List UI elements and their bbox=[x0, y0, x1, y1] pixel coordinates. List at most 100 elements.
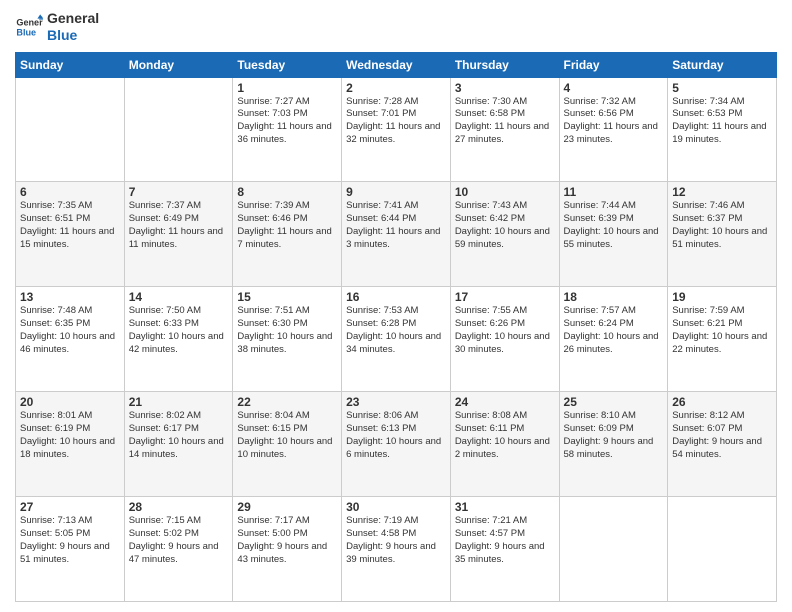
day-number: 2 bbox=[346, 81, 446, 95]
logo-icon: General Blue bbox=[15, 13, 43, 41]
calendar-week-row: 20Sunrise: 8:01 AM Sunset: 6:19 PM Dayli… bbox=[16, 392, 777, 497]
calendar-week-row: 6Sunrise: 7:35 AM Sunset: 6:51 PM Daylig… bbox=[16, 182, 777, 287]
day-number: 24 bbox=[455, 395, 555, 409]
calendar-header-row: SundayMondayTuesdayWednesdayThursdayFrid… bbox=[16, 52, 777, 77]
calendar-cell: 5Sunrise: 7:34 AM Sunset: 6:53 PM Daylig… bbox=[668, 77, 777, 182]
day-number: 28 bbox=[129, 500, 229, 514]
page: General Blue General Blue SundayMondayTu… bbox=[0, 0, 792, 612]
day-info: Sunrise: 7:59 AM Sunset: 6:21 PM Dayligh… bbox=[672, 305, 772, 356]
calendar-cell: 13Sunrise: 7:48 AM Sunset: 6:35 PM Dayli… bbox=[16, 287, 125, 392]
day-info: Sunrise: 8:06 AM Sunset: 6:13 PM Dayligh… bbox=[346, 410, 446, 461]
day-number: 8 bbox=[237, 185, 337, 199]
calendar-cell: 3Sunrise: 7:30 AM Sunset: 6:58 PM Daylig… bbox=[450, 77, 559, 182]
day-number: 31 bbox=[455, 500, 555, 514]
calendar-cell: 2Sunrise: 7:28 AM Sunset: 7:01 PM Daylig… bbox=[342, 77, 451, 182]
day-info: Sunrise: 8:08 AM Sunset: 6:11 PM Dayligh… bbox=[455, 410, 555, 461]
day-info: Sunrise: 7:15 AM Sunset: 5:02 PM Dayligh… bbox=[129, 515, 229, 566]
day-info: Sunrise: 7:43 AM Sunset: 6:42 PM Dayligh… bbox=[455, 200, 555, 251]
calendar-cell: 12Sunrise: 7:46 AM Sunset: 6:37 PM Dayli… bbox=[668, 182, 777, 287]
svg-text:Blue: Blue bbox=[16, 27, 36, 37]
logo-text: General Blue bbox=[47, 10, 99, 44]
day-number: 30 bbox=[346, 500, 446, 514]
day-number: 23 bbox=[346, 395, 446, 409]
weekday-header: Sunday bbox=[16, 52, 125, 77]
calendar-cell: 27Sunrise: 7:13 AM Sunset: 5:05 PM Dayli… bbox=[16, 497, 125, 602]
day-number: 26 bbox=[672, 395, 772, 409]
weekday-header: Thursday bbox=[450, 52, 559, 77]
calendar-cell: 7Sunrise: 7:37 AM Sunset: 6:49 PM Daylig… bbox=[124, 182, 233, 287]
day-info: Sunrise: 7:30 AM Sunset: 6:58 PM Dayligh… bbox=[455, 96, 555, 147]
day-info: Sunrise: 7:51 AM Sunset: 6:30 PM Dayligh… bbox=[237, 305, 337, 356]
day-info: Sunrise: 8:02 AM Sunset: 6:17 PM Dayligh… bbox=[129, 410, 229, 461]
calendar-cell: 22Sunrise: 8:04 AM Sunset: 6:15 PM Dayli… bbox=[233, 392, 342, 497]
day-info: Sunrise: 7:34 AM Sunset: 6:53 PM Dayligh… bbox=[672, 96, 772, 147]
calendar-week-row: 1Sunrise: 7:27 AM Sunset: 7:03 PM Daylig… bbox=[16, 77, 777, 182]
day-number: 17 bbox=[455, 290, 555, 304]
day-number: 21 bbox=[129, 395, 229, 409]
calendar-cell: 6Sunrise: 7:35 AM Sunset: 6:51 PM Daylig… bbox=[16, 182, 125, 287]
calendar-cell: 28Sunrise: 7:15 AM Sunset: 5:02 PM Dayli… bbox=[124, 497, 233, 602]
weekday-header: Friday bbox=[559, 52, 668, 77]
calendar-cell: 29Sunrise: 7:17 AM Sunset: 5:00 PM Dayli… bbox=[233, 497, 342, 602]
day-info: Sunrise: 8:04 AM Sunset: 6:15 PM Dayligh… bbox=[237, 410, 337, 461]
header: General Blue General Blue bbox=[15, 10, 777, 44]
calendar-cell: 23Sunrise: 8:06 AM Sunset: 6:13 PM Dayli… bbox=[342, 392, 451, 497]
day-info: Sunrise: 7:17 AM Sunset: 5:00 PM Dayligh… bbox=[237, 515, 337, 566]
day-number: 5 bbox=[672, 81, 772, 95]
weekday-header: Tuesday bbox=[233, 52, 342, 77]
day-number: 18 bbox=[564, 290, 664, 304]
weekday-header: Saturday bbox=[668, 52, 777, 77]
calendar-cell: 17Sunrise: 7:55 AM Sunset: 6:26 PM Dayli… bbox=[450, 287, 559, 392]
day-number: 22 bbox=[237, 395, 337, 409]
day-number: 9 bbox=[346, 185, 446, 199]
day-info: Sunrise: 7:19 AM Sunset: 4:58 PM Dayligh… bbox=[346, 515, 446, 566]
calendar-week-row: 27Sunrise: 7:13 AM Sunset: 5:05 PM Dayli… bbox=[16, 497, 777, 602]
calendar-cell: 19Sunrise: 7:59 AM Sunset: 6:21 PM Dayli… bbox=[668, 287, 777, 392]
calendar-cell: 26Sunrise: 8:12 AM Sunset: 6:07 PM Dayli… bbox=[668, 392, 777, 497]
day-info: Sunrise: 7:41 AM Sunset: 6:44 PM Dayligh… bbox=[346, 200, 446, 251]
day-number: 4 bbox=[564, 81, 664, 95]
calendar-cell bbox=[668, 497, 777, 602]
calendar-cell: 15Sunrise: 7:51 AM Sunset: 6:30 PM Dayli… bbox=[233, 287, 342, 392]
day-number: 1 bbox=[237, 81, 337, 95]
day-info: Sunrise: 7:57 AM Sunset: 6:24 PM Dayligh… bbox=[564, 305, 664, 356]
day-info: Sunrise: 7:53 AM Sunset: 6:28 PM Dayligh… bbox=[346, 305, 446, 356]
day-number: 13 bbox=[20, 290, 120, 304]
calendar-cell: 1Sunrise: 7:27 AM Sunset: 7:03 PM Daylig… bbox=[233, 77, 342, 182]
day-info: Sunrise: 7:46 AM Sunset: 6:37 PM Dayligh… bbox=[672, 200, 772, 251]
day-info: Sunrise: 7:37 AM Sunset: 6:49 PM Dayligh… bbox=[129, 200, 229, 251]
calendar-cell: 14Sunrise: 7:50 AM Sunset: 6:33 PM Dayli… bbox=[124, 287, 233, 392]
day-info: Sunrise: 7:21 AM Sunset: 4:57 PM Dayligh… bbox=[455, 515, 555, 566]
day-number: 14 bbox=[129, 290, 229, 304]
calendar-cell bbox=[124, 77, 233, 182]
calendar-cell: 31Sunrise: 7:21 AM Sunset: 4:57 PM Dayli… bbox=[450, 497, 559, 602]
day-number: 7 bbox=[129, 185, 229, 199]
logo: General Blue General Blue bbox=[15, 10, 99, 44]
day-number: 12 bbox=[672, 185, 772, 199]
calendar-cell: 21Sunrise: 8:02 AM Sunset: 6:17 PM Dayli… bbox=[124, 392, 233, 497]
day-number: 20 bbox=[20, 395, 120, 409]
day-number: 19 bbox=[672, 290, 772, 304]
calendar-cell bbox=[559, 497, 668, 602]
weekday-header: Monday bbox=[124, 52, 233, 77]
day-info: Sunrise: 7:44 AM Sunset: 6:39 PM Dayligh… bbox=[564, 200, 664, 251]
day-info: Sunrise: 7:39 AM Sunset: 6:46 PM Dayligh… bbox=[237, 200, 337, 251]
calendar-cell: 9Sunrise: 7:41 AM Sunset: 6:44 PM Daylig… bbox=[342, 182, 451, 287]
day-info: Sunrise: 7:35 AM Sunset: 6:51 PM Dayligh… bbox=[20, 200, 120, 251]
day-number: 6 bbox=[20, 185, 120, 199]
day-info: Sunrise: 7:27 AM Sunset: 7:03 PM Dayligh… bbox=[237, 96, 337, 147]
calendar-week-row: 13Sunrise: 7:48 AM Sunset: 6:35 PM Dayli… bbox=[16, 287, 777, 392]
day-info: Sunrise: 7:55 AM Sunset: 6:26 PM Dayligh… bbox=[455, 305, 555, 356]
calendar-cell: 4Sunrise: 7:32 AM Sunset: 6:56 PM Daylig… bbox=[559, 77, 668, 182]
day-number: 25 bbox=[564, 395, 664, 409]
calendar-cell: 10Sunrise: 7:43 AM Sunset: 6:42 PM Dayli… bbox=[450, 182, 559, 287]
day-number: 15 bbox=[237, 290, 337, 304]
day-info: Sunrise: 7:28 AM Sunset: 7:01 PM Dayligh… bbox=[346, 96, 446, 147]
day-number: 16 bbox=[346, 290, 446, 304]
day-number: 11 bbox=[564, 185, 664, 199]
day-info: Sunrise: 7:32 AM Sunset: 6:56 PM Dayligh… bbox=[564, 96, 664, 147]
calendar-cell: 8Sunrise: 7:39 AM Sunset: 6:46 PM Daylig… bbox=[233, 182, 342, 287]
calendar-cell: 24Sunrise: 8:08 AM Sunset: 6:11 PM Dayli… bbox=[450, 392, 559, 497]
calendar-cell: 16Sunrise: 7:53 AM Sunset: 6:28 PM Dayli… bbox=[342, 287, 451, 392]
day-number: 29 bbox=[237, 500, 337, 514]
